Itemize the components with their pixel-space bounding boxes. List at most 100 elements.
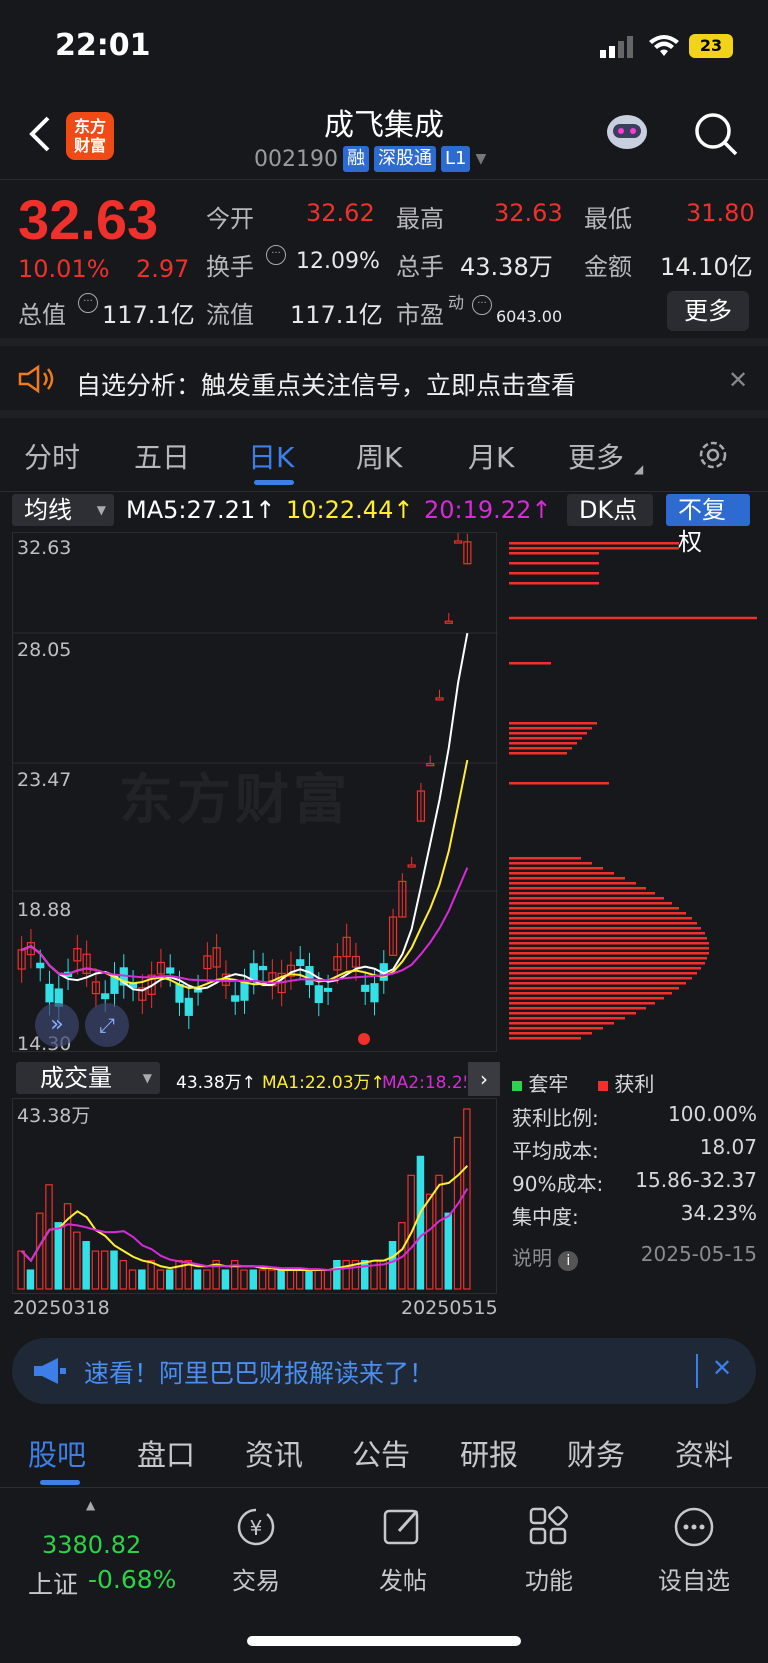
candle <box>101 993 110 1000</box>
trade-button[interactable]: ¥ 交易 <box>196 1505 316 1596</box>
tab-five-day[interactable]: 五日 <box>134 436 190 476</box>
close-icon[interactable]: ✕ <box>712 1354 732 1382</box>
kline-chart[interactable]: 32.63 28.05 23.47 18.88 14.30 东方财富 » ⤢ <box>12 532 498 1055</box>
news-banner[interactable]: 速看！阿里巴巴财报解读来了！ ✕ <box>12 1338 756 1404</box>
chevron-down-icon: ▼ <box>142 1071 152 1085</box>
candle <box>426 763 435 767</box>
tab-research[interactable]: 研报 <box>460 1432 518 1474</box>
tab-forum[interactable]: 股吧 <box>28 1432 86 1474</box>
tab-weekly-k[interactable]: 周K <box>356 436 402 476</box>
legend-profit-label: 获利 <box>614 1072 655 1096</box>
volume-bar <box>17 1250 25 1290</box>
chip-bar <box>509 872 614 875</box>
stock-code: 002190 <box>254 146 338 172</box>
stat-row: 获利比例: 100.00% <box>512 1102 757 1135</box>
volume-chart[interactable]: 43.38万 20250318 20250515 <box>12 1098 498 1319</box>
candle <box>240 981 249 1001</box>
tab-orderbook[interactable]: 盘口 <box>137 1432 195 1474</box>
chevron-right-icon[interactable]: › <box>468 1062 500 1096</box>
info-icon[interactable]: ··· <box>472 295 492 315</box>
chip-bar <box>509 957 707 960</box>
stat-label: 90%成本: <box>512 1172 604 1196</box>
chip-bar <box>509 542 679 545</box>
candle <box>323 987 333 992</box>
chip-bar <box>509 922 697 925</box>
tag-connect: 深股通 <box>373 146 436 172</box>
gear-icon[interactable] <box>696 438 730 476</box>
chip-bar <box>509 727 592 730</box>
mktcap-value: 117.1亿 <box>102 301 195 329</box>
chevron-down-icon: ▼ <box>475 151 487 167</box>
dk-point-marker <box>358 1033 370 1045</box>
stat-row: 平均成本: 18.07 <box>512 1135 757 1168</box>
no-adjust-button[interactable]: 不复权 <box>666 494 750 556</box>
stock-subline[interactable]: 002190 融 深股通 L1 ▼ <box>254 146 486 172</box>
period-tabs: 分时 五日 日K 周K 月K 更多 ◢ <box>0 418 768 492</box>
tab-indicator <box>40 1480 80 1485</box>
tab-profile[interactable]: 资料 <box>675 1432 733 1474</box>
candle <box>305 966 314 986</box>
chip-distribution <box>497 532 757 1052</box>
tab-intraday[interactable]: 分时 <box>24 436 80 476</box>
chip-bar <box>509 887 646 890</box>
high-label: 最高 <box>396 205 444 233</box>
chip-bar <box>509 902 672 905</box>
chip-bar <box>509 877 625 880</box>
info-tabs: 股吧 盘口 资讯 公告 研报 财务 资料 <box>0 1412 768 1488</box>
info-icon[interactable]: ··· <box>78 293 98 313</box>
high-value: 32.63 <box>494 199 563 227</box>
volume-bar <box>249 1269 258 1290</box>
search-icon[interactable] <box>692 110 740 162</box>
stat-value: 15.86-32.37 <box>635 1168 757 1192</box>
tab-finance[interactable]: 财务 <box>567 1432 625 1474</box>
stat-note-row[interactable]: 说明 i 2025-05-15 <box>512 1242 757 1275</box>
open-value: 32.62 <box>306 199 375 227</box>
post-button[interactable]: 发帖 <box>343 1505 463 1596</box>
megaphone-icon <box>32 1356 68 1390</box>
stat-value: 100.00% <box>668 1102 757 1126</box>
post-label: 发帖 <box>379 1567 427 1595</box>
low-label: 最低 <box>584 205 632 233</box>
fullscreen-icon[interactable]: ⤢ <box>85 1003 129 1047</box>
volume-bar <box>221 1269 230 1290</box>
stat-value: 34.23% <box>680 1201 757 1225</box>
info-icon[interactable]: ··· <box>266 245 286 265</box>
edit-icon <box>383 1509 419 1545</box>
tab-news[interactable]: 资讯 <box>245 1432 303 1474</box>
volume-bar <box>388 1241 397 1290</box>
tab-announcements[interactable]: 公告 <box>352 1432 410 1474</box>
candle <box>296 959 305 966</box>
grid-icon <box>529 1506 568 1545</box>
ma20-value: 20:19.22↑ <box>424 496 552 524</box>
candle <box>45 983 54 1003</box>
trade-label: 交易 <box>232 1567 280 1595</box>
tag-margin: 融 <box>342 146 369 172</box>
robot-assistant-icon[interactable] <box>602 108 652 156</box>
analysis-notice[interactable]: 自选分析：触发重点关注信号，立即点击查看 ✕ <box>0 346 768 418</box>
expand-left-icon[interactable]: » <box>35 1003 79 1047</box>
index-change: -0.68% <box>88 1565 177 1594</box>
chip-bar <box>509 1027 603 1030</box>
chip-bar <box>509 747 572 750</box>
more-button[interactable]: 更多 <box>667 291 749 331</box>
tab-more[interactable]: 更多 <box>568 436 624 476</box>
close-icon[interactable]: ✕ <box>728 366 748 394</box>
tab-monthly-k[interactable]: 月K <box>468 436 514 476</box>
tab-daily-k[interactable]: 日K <box>248 436 294 476</box>
notice-text: 自选分析：触发重点关注信号，立即点击查看 <box>76 371 577 400</box>
functions-button[interactable]: 功能 <box>489 1505 609 1596</box>
chip-bar <box>509 547 679 550</box>
indicator-dropdown[interactable]: 均线 ▼ <box>12 494 114 526</box>
dk-point-button[interactable]: DK点 <box>567 494 653 526</box>
chip-bar <box>509 862 592 865</box>
volume-bar <box>258 1269 267 1290</box>
chip-bar <box>509 917 692 920</box>
change-amt: 2.97 <box>136 255 190 283</box>
volume-dropdown[interactable]: 成交量 ▼ <box>16 1062 160 1094</box>
indicator-dropdown-label: 均线 <box>24 496 72 524</box>
volume-bar <box>91 1250 100 1290</box>
add-watchlist-button[interactable]: 设自选 <box>634 1505 754 1596</box>
yen-cycle-icon: ¥ <box>237 1508 275 1546</box>
volume-bar <box>425 1193 434 1290</box>
volume-bar <box>165 1269 174 1290</box>
